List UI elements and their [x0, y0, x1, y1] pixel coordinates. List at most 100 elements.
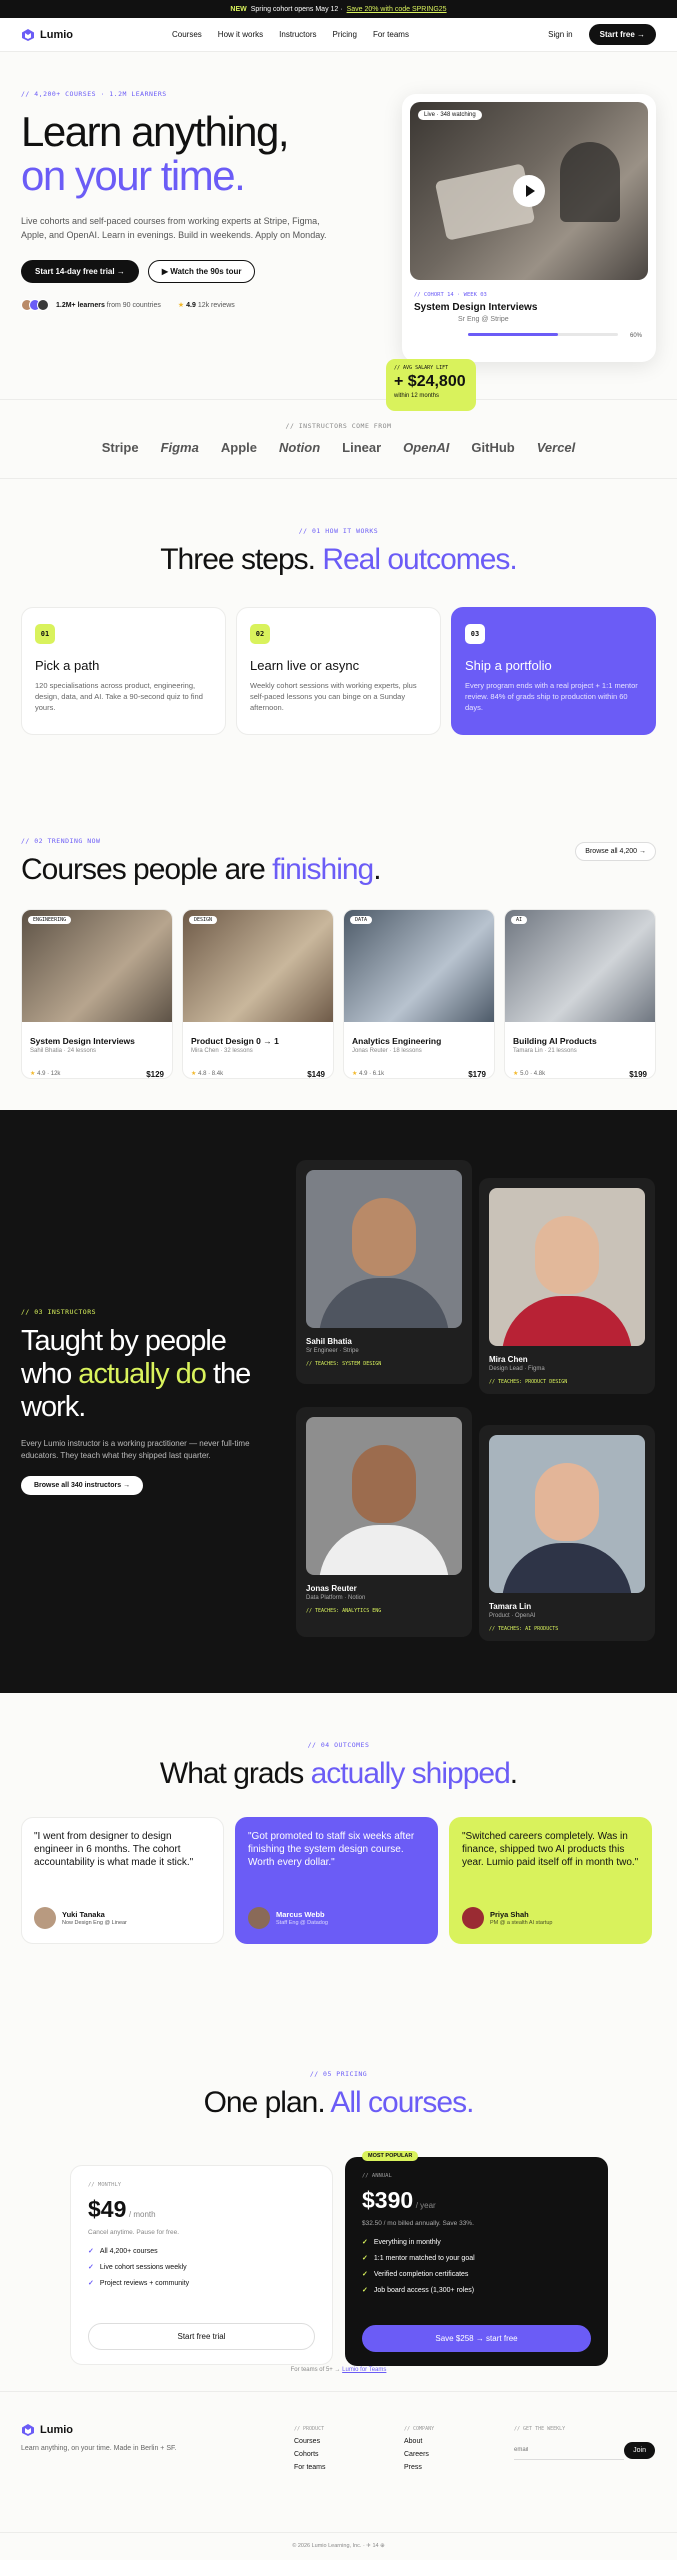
step-number: 02	[250, 624, 270, 644]
course-card[interactable]: AI Building AI Products Tamara Lin · 21 le…	[504, 909, 656, 1079]
footer-link-about[interactable]: About	[404, 2438, 434, 2445]
play-icon	[526, 185, 535, 197]
course-video-thumbnail[interactable]: Live · 348 watching	[410, 102, 648, 280]
instructor-teaches: // TEACHES: AI PRODUCTS	[489, 1626, 559, 1632]
step-description: 120 specialisations across product, engi…	[35, 681, 203, 712]
star-icon: ★	[30, 1071, 36, 1077]
courses-eyebrow: // 02 TRENDING NOW	[21, 837, 101, 845]
monthly-free-trial-button[interactable]: Start free trial	[88, 2323, 315, 2350]
instructor-name: Tamara Lin	[489, 1602, 532, 1611]
nav-link-courses[interactable]: Courses	[172, 30, 202, 39]
pricing-title: One plan. All courses.	[0, 2086, 677, 2120]
star-icon: ★	[352, 1071, 358, 1077]
free-trial-button[interactable]: Start 14-day free trial →	[21, 260, 139, 283]
announcement-bar: NEW Spring cohort opens May 12 · Save 20…	[0, 0, 677, 18]
newsletter-email-input[interactable]	[514, 2440, 625, 2460]
feature-label: All 4,200+ courses	[99, 2248, 158, 2255]
footer-link-careers[interactable]: Careers	[404, 2451, 434, 2458]
instructor-card[interactable]: Sahil Bhatia Sr Engineer · Stripe // TEACH…	[296, 1160, 472, 1384]
cohort-label: // COHORT 14 · WEEK 03	[414, 292, 487, 298]
logo-row: Stripe Figma Apple Notion Linear OpenAI GitHub…	[0, 440, 677, 455]
feature-label: 1:1 mentor matched to your goal	[373, 2255, 475, 2262]
nav-link-for-teams[interactable]: For teams	[373, 30, 409, 39]
course-image: DESIGN	[183, 910, 333, 1022]
newsletter: // GET THE WEEKLY Join	[514, 2426, 655, 2460]
course-price: $129	[146, 1070, 164, 1079]
course-meta: Mira Chen · 32 lessons	[191, 1048, 253, 1054]
testimonial-quote: "Got promoted to staff six weeks after f…	[248, 1831, 415, 1868]
footer-link-press[interactable]: Press	[404, 2464, 434, 2471]
course-card[interactable]: DATA Analytics Engineering Jonas Reuter · …	[343, 909, 495, 1079]
logos-eyebrow: // INSTRUCTORS COME FROM	[285, 422, 392, 430]
steps-title-accent: Real outcomes.	[322, 543, 517, 576]
progress-bar	[468, 333, 618, 336]
testimonial-card: "Got promoted to staff six weeks after f…	[235, 1817, 438, 1944]
instructor-card[interactable]: Mira Chen Design Lead · Figma // TEACHES: …	[479, 1178, 655, 1394]
course-card[interactable]: ENGINEERING System Design Interviews Sahil…	[21, 909, 173, 1079]
footer-link-cohorts[interactable]: Cohorts	[294, 2451, 326, 2458]
browse-all-courses-button[interactable]: Browse all 4,200 →	[575, 842, 656, 861]
lumio-for-teams-link[interactable]: Lumio for Teams	[342, 2367, 386, 2373]
footer-logo[interactable]: Lumio	[21, 2423, 176, 2437]
instructor-role: Product · OpenAI	[489, 1613, 536, 1619]
company-logo: Notion	[278, 440, 321, 455]
nav-link-pricing[interactable]: Pricing	[332, 30, 356, 39]
courses-title: Courses people are finishing.	[21, 853, 382, 887]
course-price: $179	[468, 1070, 486, 1079]
price-value: $390	[362, 2187, 414, 2213]
step-title: Learn live or async	[250, 658, 360, 673]
course-title: Analytics Engineering	[352, 1036, 442, 1046]
course-rating: 4.8 · 8.4k	[198, 1071, 224, 1077]
brand-logo[interactable]: Lumio	[21, 28, 73, 42]
star-icon: ★	[191, 1071, 197, 1077]
browse-instructors-button[interactable]: Browse all 340 instructors →	[21, 1476, 144, 1495]
plan-feature: ✓ Live cohort sessions weekly	[88, 2260, 315, 2276]
play-button[interactable]	[513, 175, 545, 207]
annual-start-free-button[interactable]: Save $258 → start free	[362, 2325, 591, 2352]
footer-link-for-teams[interactable]: For teams	[294, 2464, 326, 2471]
plan-feature: ✓ All 4,200+ courses	[88, 2244, 315, 2260]
top-nav: Lumio Courses How it works Instructors P…	[0, 18, 677, 52]
instructor-photo	[306, 1417, 462, 1575]
instructor-card[interactable]: Jonas Reuter Data Platform · Notion // TEA…	[296, 1407, 472, 1637]
plan-price: $49 / month	[88, 2196, 315, 2223]
annual-plan-card: MOST POPULAR // ANNUAL $390 / year $32.5…	[345, 2151, 608, 2366]
sign-in-link[interactable]: Sign in	[548, 30, 572, 39]
nav-link-instructors[interactable]: Instructors	[279, 30, 316, 39]
instructors-title: Taught by people who actually do the wor…	[21, 1325, 291, 1424]
lumio-logo-icon	[22, 28, 34, 41]
footer-column-head: // COMPANY	[404, 2426, 435, 2432]
salary-label: // AVG SALARY LIFT	[394, 365, 449, 371]
author-name: Yuki Tanaka	[62, 1910, 105, 1919]
watch-tour-button[interactable]: ▶ Watch the 90s tour	[147, 260, 256, 283]
instructor-teaches: // TEACHES: ANALYTICS ENG	[306, 1608, 382, 1614]
instructors-intro: // 03 INSTRUCTORS Taught by people who a…	[21, 1308, 291, 1495]
check-icon: ✓	[88, 2248, 94, 2255]
testimonials-eyebrow: // 04 OUTCOMES	[307, 1741, 370, 1749]
announcement-promo-link[interactable]: Save 20% with code SPRING25	[347, 6, 447, 13]
footer-link-courses[interactable]: Courses	[294, 2438, 326, 2445]
live-course-card[interactable]: Live · 348 watching // COHORT 14 · WEEK …	[402, 94, 656, 362]
how-it-works-section: // 01 HOW IT WORKS Three steps. Real out…	[0, 479, 677, 805]
start-free-button[interactable]: Start free →	[588, 24, 656, 45]
company-logo: GitHub	[471, 440, 515, 455]
courses-title-plain: Courses people are	[21, 853, 266, 886]
brand-name: Lumio	[40, 28, 73, 41]
step-number: 01	[35, 624, 55, 644]
instructor-teaches: // TEACHES: SYSTEM DESIGN	[306, 1361, 382, 1367]
check-icon: ✓	[362, 2287, 368, 2294]
nav-link-how-it-works[interactable]: How it works	[218, 30, 263, 39]
newsletter-join-button[interactable]: Join	[624, 2441, 655, 2459]
author-role: Now Design Eng @ Linear	[62, 1920, 127, 1926]
play-icon: ▶	[161, 267, 171, 276]
course-title: System Design Interviews	[30, 1036, 135, 1046]
salary-sub: within 12 months	[394, 393, 440, 399]
testimonial-quote: "Switched careers completely. Was in fin…	[462, 1831, 639, 1868]
instructor-name: Jonas Reuter	[306, 1584, 357, 1593]
course-card[interactable]: DESIGN Product Design 0 → 1 Mira Chen · 32…	[182, 909, 334, 1079]
instructor-card[interactable]: Tamara Lin Product · OpenAI // TEACHES: AI…	[479, 1425, 655, 1641]
author-name: Marcus Webb	[276, 1910, 325, 1919]
course-footer: ★ 4.9 · 12k $129	[30, 1070, 164, 1079]
testimonials-title: What grads actually shipped.	[0, 1757, 677, 1791]
testimonials-section: // 04 OUTCOMES What grads actually shipp…	[0, 1693, 677, 2026]
